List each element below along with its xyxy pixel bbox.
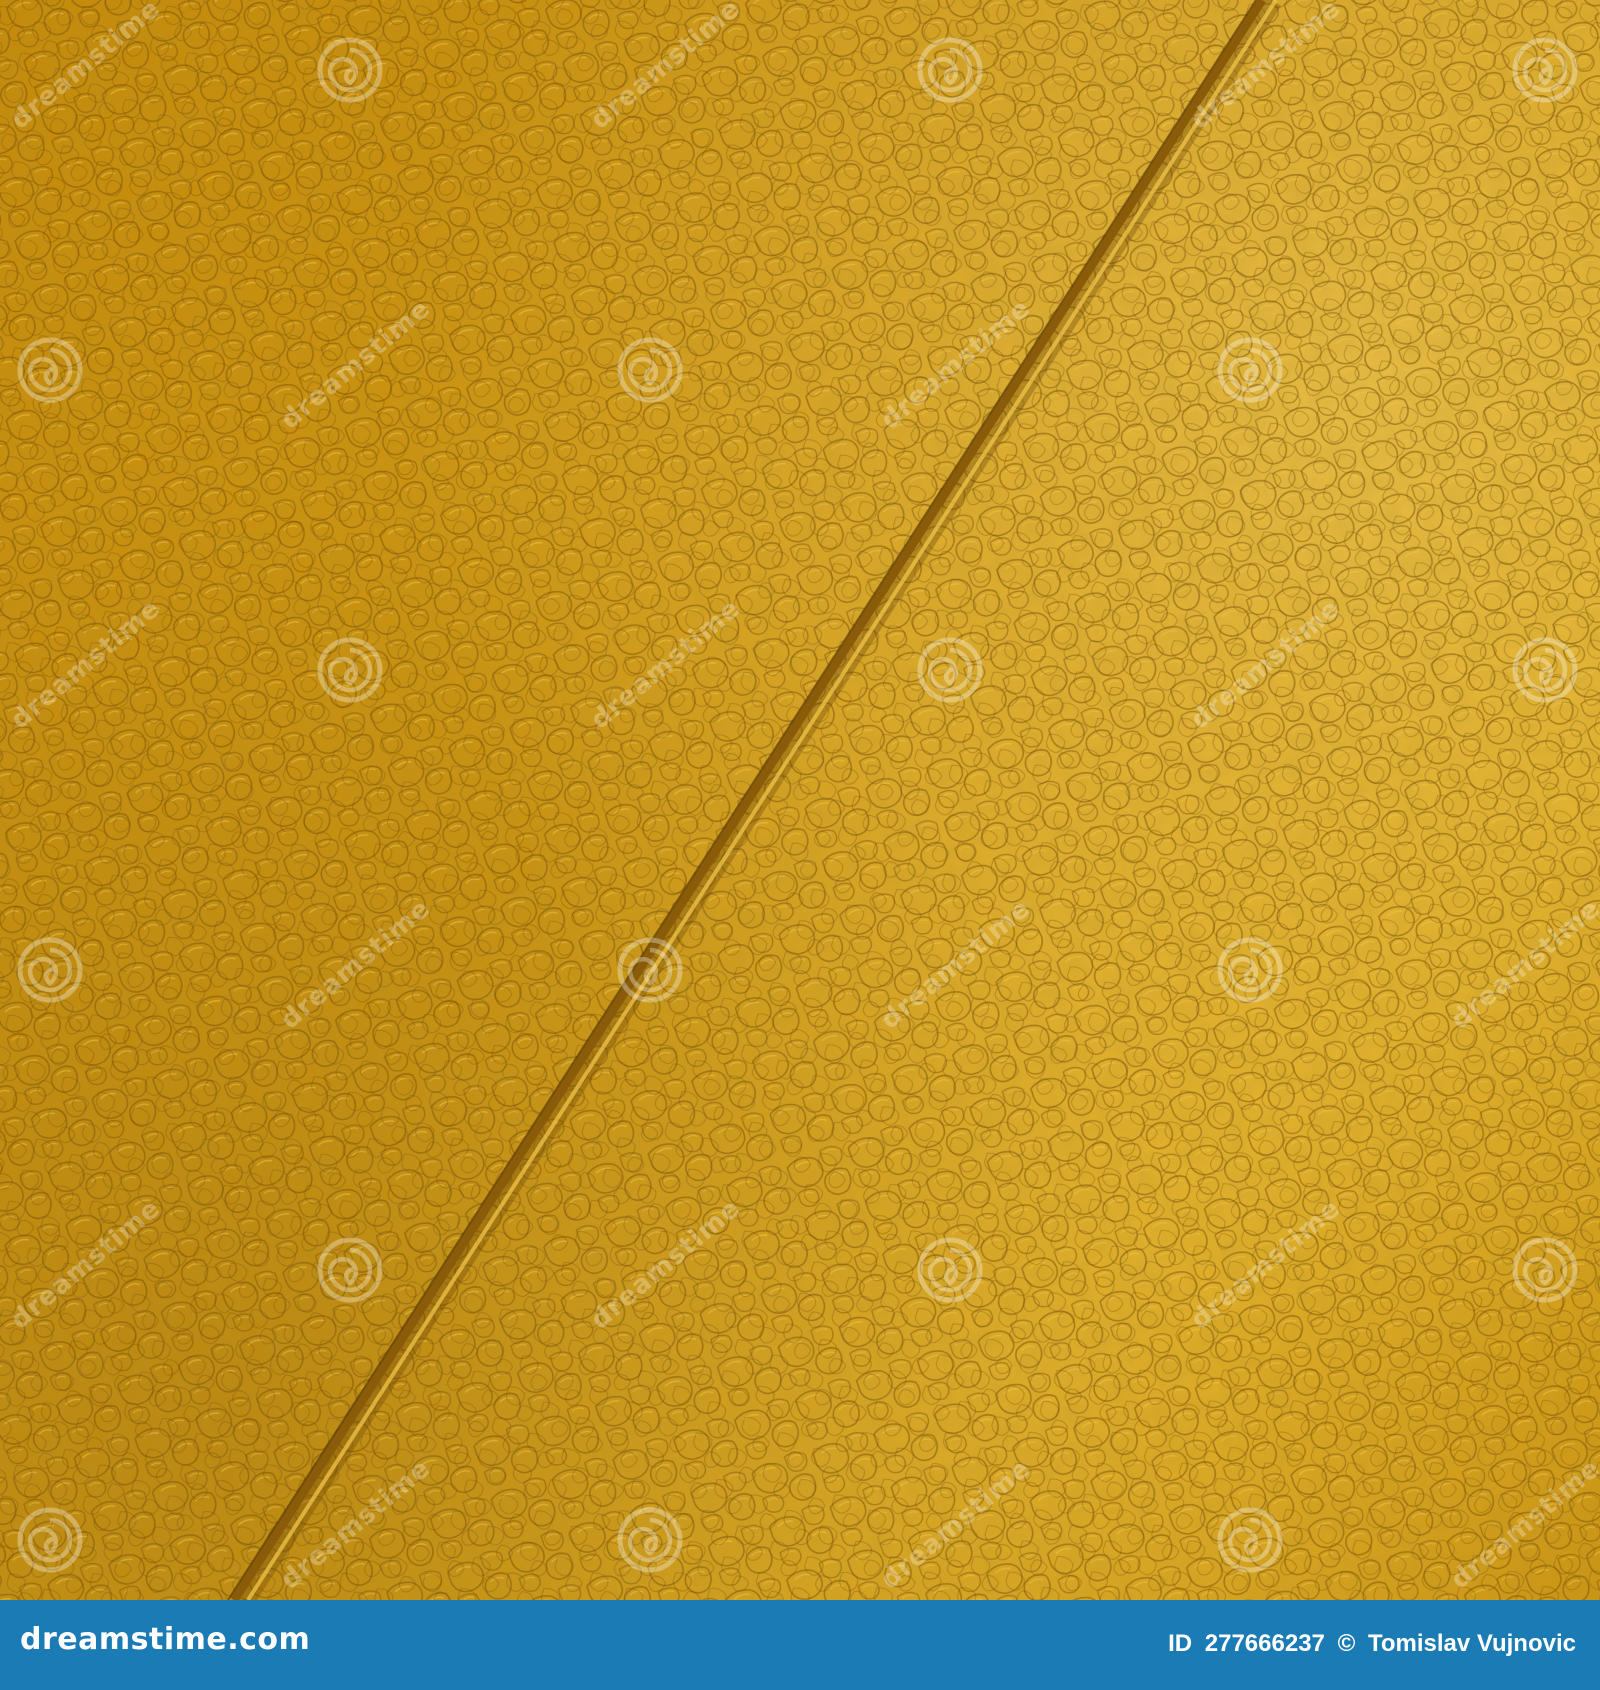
spiral-logo-icon bbox=[320, 640, 380, 700]
spiral-logo-icon bbox=[920, 640, 980, 700]
spiral-logo-icon bbox=[620, 340, 680, 400]
spiral-logo-icon bbox=[320, 1240, 380, 1300]
spiral-logo-icon bbox=[1515, 640, 1575, 700]
spiral-logo-icon bbox=[920, 1240, 980, 1300]
spiral-logo-icon bbox=[620, 940, 680, 1000]
spiral-logo-icon bbox=[1220, 340, 1280, 400]
copyright-icon: © bbox=[1337, 1630, 1356, 1657]
spiral-logo-icon bbox=[20, 940, 80, 1000]
stock-photo: dreamstime dreamstime dreamstime dreamst… bbox=[0, 0, 1600, 1690]
image-credit: ID 277666237 © Tomislav Vujnovic bbox=[1162, 1630, 1576, 1658]
spiral-logo-icon bbox=[920, 40, 980, 100]
leather-texture-image: dreamstime dreamstime dreamstime dreamst… bbox=[0, 0, 1600, 1600]
spiral-logo-icon bbox=[1220, 940, 1280, 1000]
spiral-logo-icon bbox=[1515, 1240, 1575, 1300]
spiral-logo-icon bbox=[20, 340, 80, 400]
spiral-logo-icon bbox=[320, 40, 380, 100]
spiral-logo-icon bbox=[1515, 40, 1575, 100]
author-name: Tomislav Vujnovic bbox=[1367, 1630, 1576, 1657]
image-id-value: 277666237 bbox=[1204, 1630, 1325, 1657]
credit-bar: dreamstime.com ID 277666237 © Tomislav V… bbox=[0, 1600, 1600, 1690]
dreamstime-logo[interactable]: dreamstime.com bbox=[20, 1622, 310, 1657]
image-id-label: ID bbox=[1168, 1630, 1193, 1657]
spiral-logo-icon bbox=[20, 1510, 80, 1570]
spiral-logo-icon bbox=[620, 1510, 680, 1570]
spiral-logo-icon bbox=[1220, 1510, 1280, 1570]
